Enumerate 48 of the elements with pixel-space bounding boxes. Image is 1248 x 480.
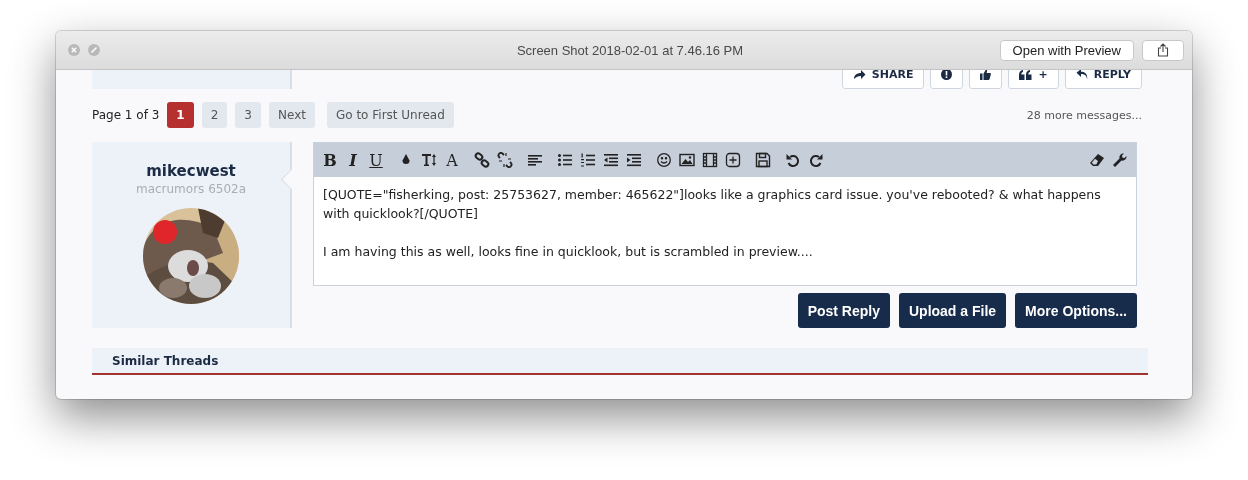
redo-icon[interactable] (808, 152, 824, 168)
bold-button[interactable]: B (322, 150, 338, 170)
window-title: Screen Shot 2018-02-01 at 7.46.16 PM (515, 42, 745, 58)
more-options-button[interactable]: More Options... (1015, 293, 1137, 328)
reply-button[interactable]: REPLY (1064, 70, 1142, 89)
page-link[interactable]: 2 (201, 102, 228, 128)
upload-file-button[interactable]: Upload a File (899, 293, 1007, 328)
share-button[interactable] (1142, 39, 1184, 61)
image-icon[interactable] (679, 152, 695, 168)
insert-icon[interactable] (725, 152, 741, 168)
eraser-icon[interactable] (1089, 152, 1105, 168)
first-unread-link[interactable]: Go to First Unread (326, 102, 454, 128)
link-icon[interactable] (474, 152, 490, 168)
thumbs-up-icon (980, 70, 992, 80)
italic-button[interactable]: I (345, 150, 361, 170)
share-button[interactable]: SHARE (841, 70, 925, 89)
post-reply-button[interactable]: Post Reply (797, 293, 890, 328)
page-count-label: Page 1 of 3 (92, 108, 160, 122)
page-link[interactable]: 3 (235, 102, 261, 128)
more-messages-link[interactable]: 28 more messages... (1026, 108, 1142, 122)
next-page-link[interactable]: Next (269, 102, 315, 128)
message-text[interactable]: [QUOTE="fisherking, post: 25753627, member: 465622"]looks like a graphics card issue. you've rebooted? & what happens with quicklook?[/QUOTE] I am having this as well, looks fine in quicklook, but is scrambled in preview.... (314, 177, 1136, 288)
indent-icon[interactable] (626, 152, 642, 168)
wrench-icon[interactable] (1112, 152, 1128, 168)
reply-arrow-icon (1075, 70, 1088, 80)
underline-button[interactable]: U (368, 150, 384, 170)
username[interactable]: mikecwest (146, 162, 236, 180)
bullets-icon[interactable] (557, 152, 573, 168)
share-icon (1157, 43, 1169, 57)
numbers-icon[interactable] (580, 152, 596, 168)
page-link[interactable]: 1 (167, 102, 194, 128)
message-editor[interactable] (313, 142, 1137, 286)
user-title: macrumors 6502a (135, 182, 247, 196)
quote-button[interactable]: + (1008, 70, 1059, 89)
size-icon[interactable] (421, 152, 437, 168)
undo-icon[interactable] (785, 152, 801, 168)
open-with-preview-button[interactable]: Open with Preview (999, 39, 1134, 61)
outdent-icon[interactable] (603, 152, 619, 168)
section-title: Similar Threads (112, 353, 219, 368)
warning-icon (941, 70, 953, 80)
smilie-icon[interactable] (656, 152, 672, 168)
font-button[interactable]: A (444, 150, 460, 170)
quote-icon (1019, 70, 1033, 80)
unlink-icon[interactable] (497, 152, 513, 168)
align-icon[interactable] (527, 152, 543, 168)
save-icon[interactable] (755, 152, 771, 168)
share-arrow-icon (852, 70, 866, 80)
media-icon[interactable] (702, 152, 718, 168)
